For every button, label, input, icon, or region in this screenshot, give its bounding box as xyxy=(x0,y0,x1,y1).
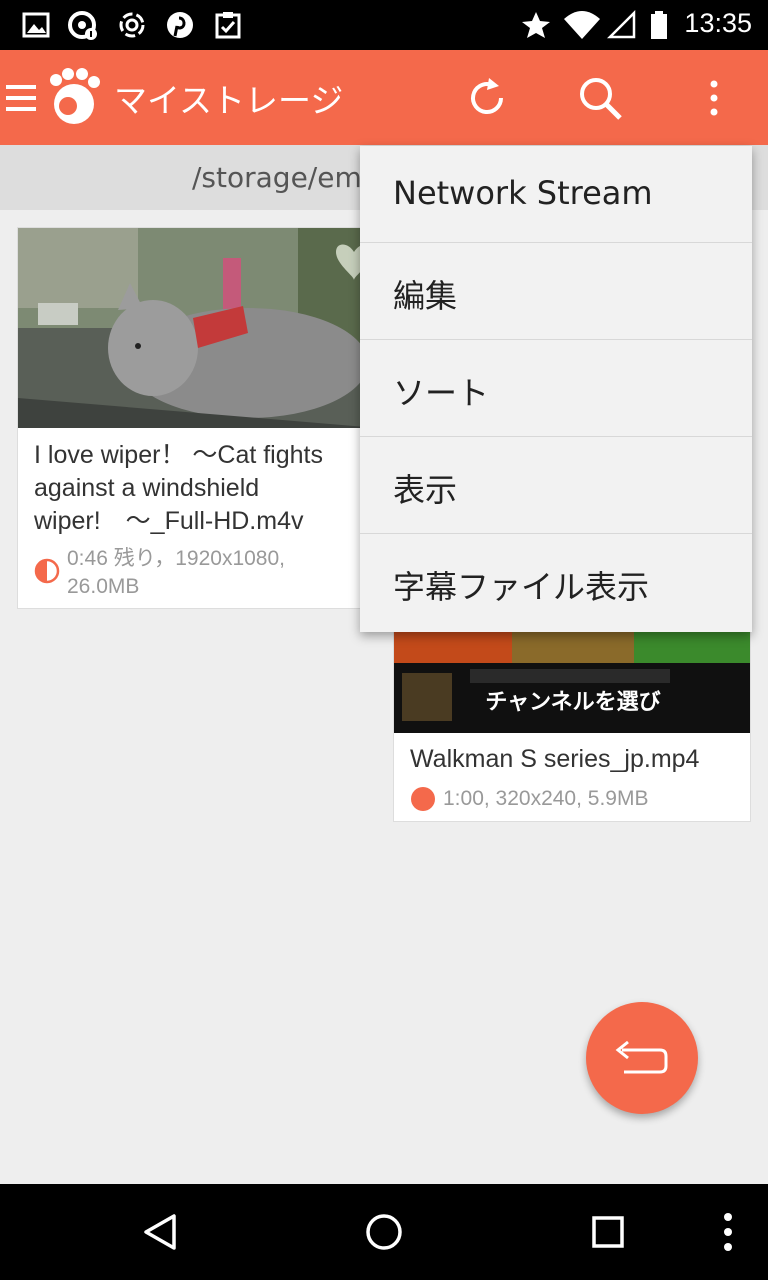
video-thumbnail xyxy=(18,228,376,428)
menu-item-sort[interactable]: ソート xyxy=(360,340,752,437)
back-button[interactable] xyxy=(130,1202,190,1262)
more-icon xyxy=(724,1213,732,1251)
video-title: Walkman S series_jp.mp4 xyxy=(410,745,700,773)
unwatched-icon xyxy=(411,787,435,811)
clock: 13:35 xyxy=(684,8,752,38)
app-toolbar: マイストレージ xyxy=(0,50,768,145)
info-circle-icon xyxy=(68,11,97,40)
home-icon xyxy=(366,1214,402,1250)
menu-icon xyxy=(6,84,36,111)
more-button[interactable] xyxy=(698,1202,758,1262)
partially-watched-icon xyxy=(34,558,60,584)
star-icon xyxy=(522,12,550,38)
signal-icon xyxy=(606,9,636,39)
return-icon xyxy=(615,1040,668,1074)
status-bar: 13:35 xyxy=(0,0,768,50)
image-icon xyxy=(22,12,50,38)
pinterest-icon xyxy=(167,12,193,38)
recents-icon xyxy=(592,1216,624,1248)
battery-icon xyxy=(651,11,667,39)
refresh-button[interactable] xyxy=(447,50,527,145)
page-title: マイストレージ xyxy=(114,81,344,120)
menu-item-display[interactable]: 表示 xyxy=(360,437,752,534)
clipboard-check-icon xyxy=(215,12,241,39)
video-card[interactable]: チャンネルを選び Walkman S series_jp.mp4 1:00, 3… xyxy=(393,600,751,822)
search-button[interactable] xyxy=(560,50,640,145)
home-button[interactable] xyxy=(354,1202,414,1262)
app-logo-icon xyxy=(50,68,100,124)
refresh-icon xyxy=(471,77,503,114)
video-title: I love wiper！ 〜Cat fights against a wind… xyxy=(34,441,323,535)
menu-item-edit[interactable]: 編集 xyxy=(360,243,752,340)
overflow-menu-icon xyxy=(710,80,718,115)
swirl-icon xyxy=(119,12,145,38)
system-nav-bar xyxy=(0,1184,768,1280)
back-icon xyxy=(144,1214,176,1250)
thumbnail-caption: チャンネルを選び xyxy=(485,690,660,715)
search-icon xyxy=(580,77,622,120)
menu-item-subtitle-file[interactable]: 字幕ファイル表示 xyxy=(360,534,752,631)
video-meta: 1:00, 320x240, 5.9MB xyxy=(443,787,649,810)
overflow-menu-button[interactable] xyxy=(674,50,754,145)
overflow-menu: Network Stream 編集 ソート 表示 字幕ファイル表示 xyxy=(360,146,752,632)
return-button[interactable] xyxy=(586,1002,698,1114)
video-meta: 0:46 残り，1920x1080, 26.0MB xyxy=(67,547,286,598)
video-card[interactable]: I love wiper！ 〜Cat fights against a wind… xyxy=(17,227,377,609)
menu-item-network-stream[interactable]: Network Stream xyxy=(360,146,752,243)
recents-button[interactable] xyxy=(578,1202,638,1262)
wifi-icon xyxy=(564,11,600,39)
path-text: /storage/emu xyxy=(192,161,380,194)
